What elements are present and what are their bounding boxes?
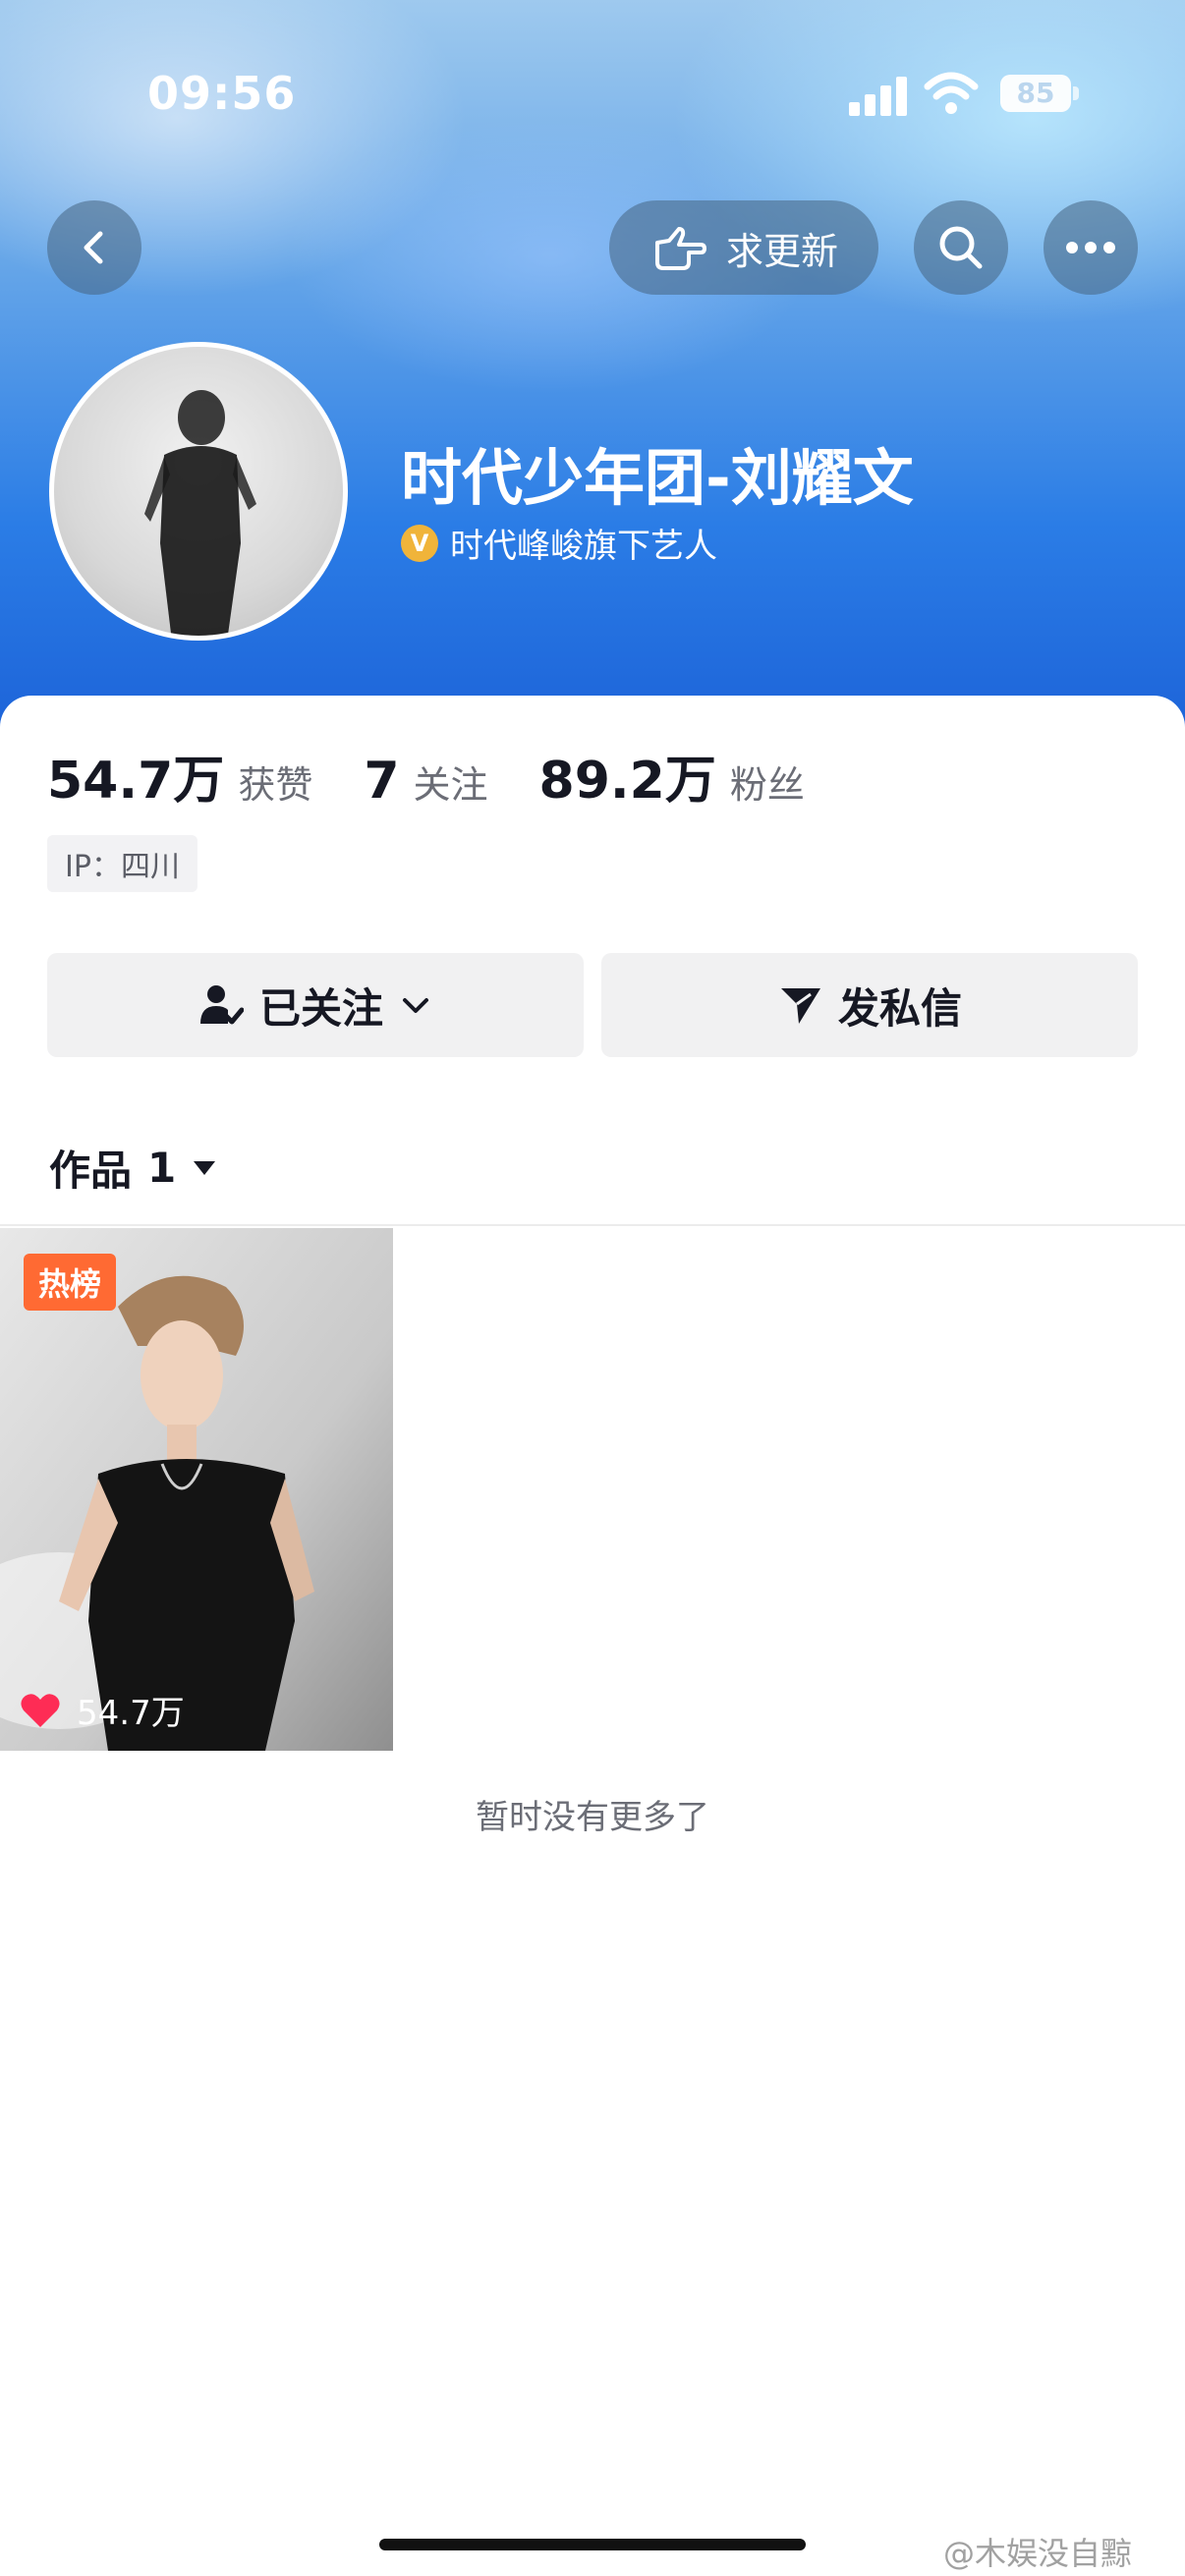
send-plane-icon	[780, 988, 820, 1024]
pointing-hand-icon	[654, 227, 706, 270]
avatar[interactable]	[49, 342, 348, 641]
battery-level: 85	[1016, 77, 1055, 109]
following-button[interactable]: 已关注	[47, 953, 584, 1057]
tab-divider	[0, 1224, 1185, 1226]
avatar-silhouette-image	[144, 390, 256, 636]
status-bar: 09:56 85	[0, 0, 1185, 120]
verification-row: V 时代峰峻旗下艺人	[401, 519, 717, 567]
search-icon	[939, 226, 983, 269]
following-count[interactable]: 7	[364, 752, 399, 811]
likes-count[interactable]: 54.7万	[47, 739, 224, 812]
heart-icon	[21, 1693, 60, 1727]
search-button[interactable]	[914, 200, 1008, 295]
send-message-button[interactable]: 发私信	[601, 953, 1138, 1057]
followers-count[interactable]: 89.2万	[539, 739, 716, 812]
video-like-count: 54.7万	[77, 1694, 185, 1733]
user-check-icon	[199, 985, 244, 1025]
profile-name: 时代少年团-刘耀文	[401, 442, 914, 514]
no-more-content-text: 暂时没有更多了	[476, 1798, 709, 1837]
cellular-signal-icon	[849, 73, 908, 116]
tab-works[interactable]: 作品 1	[49, 1138, 217, 1198]
chevron-left-icon	[84, 231, 103, 264]
caret-down-icon	[194, 1160, 216, 1175]
works-tab-label: 作品	[49, 1147, 133, 1195]
video-like-count-row: 54.7万	[20, 1686, 185, 1734]
verified-badge-icon: V	[401, 524, 438, 562]
back-button[interactable]	[47, 200, 141, 295]
send-message-label: 发私信	[837, 983, 962, 1033]
home-indicator[interactable]	[379, 2539, 806, 2550]
ip-location-chip: IP：四川	[47, 835, 198, 892]
following-label: 关注	[413, 763, 488, 807]
wifi-icon	[924, 72, 979, 114]
hot-list-badge: 热榜	[24, 1254, 116, 1311]
request-update-button[interactable]: 求更新	[609, 200, 878, 295]
following-button-label: 已关注	[258, 983, 383, 1033]
followers-label: 粉丝	[729, 763, 805, 807]
watermark: @木娱没自黥	[943, 2535, 1133, 2572]
chevron-down-icon	[403, 998, 428, 1013]
verification-text: 时代峰峻旗下艺人	[450, 527, 717, 566]
works-tab-count: 1	[147, 1144, 177, 1192]
profile-stats: 54.7万 获赞 7 关注 89.2万 粉丝	[47, 739, 856, 812]
battery-tip	[1073, 86, 1079, 100]
request-update-label: 求更新	[725, 229, 838, 273]
battery-icon: 85	[1000, 75, 1071, 112]
more-button[interactable]	[1044, 200, 1138, 295]
video-thumbnail[interactable]: 热榜 54.7万	[0, 1228, 393, 1751]
status-time: 09:56	[147, 67, 297, 120]
likes-label: 获赞	[238, 763, 313, 807]
more-dots-icon	[1066, 242, 1115, 253]
